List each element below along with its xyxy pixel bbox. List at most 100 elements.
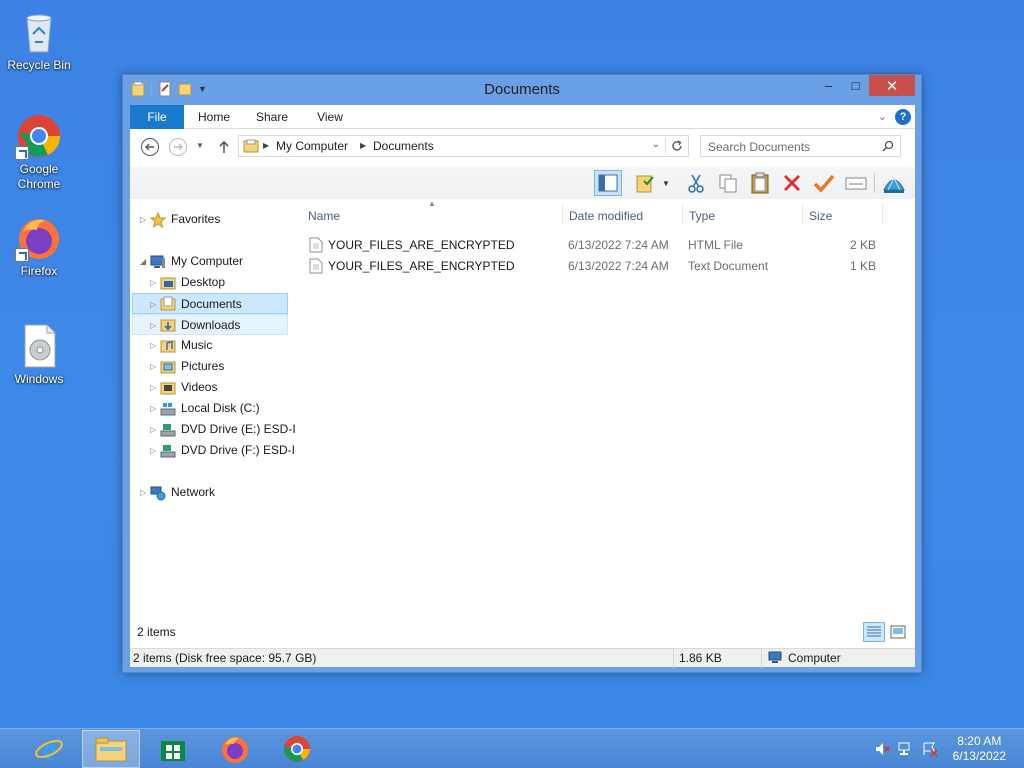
nav-item-videos[interactable]: ▷ Videos <box>130 377 296 398</box>
address-dropdown-chevron-icon[interactable]: ⌄ <box>652 139 660 150</box>
videos-folder-icon <box>160 382 176 395</box>
column-header-size[interactable]: Size <box>809 209 832 223</box>
up-arrow-icon[interactable] <box>214 137 234 157</box>
collapse-arrow-icon[interactable]: ◢ <box>140 251 146 272</box>
toolbar-dropdown-chevron-icon[interactable]: ▼ <box>662 179 670 188</box>
expand-arrow-icon[interactable]: ▷ <box>150 315 156 336</box>
hard-drive-icon <box>160 403 176 416</box>
large-icons-view-icon <box>890 625 906 639</box>
breadcrumb-my-computer[interactable]: My Computer <box>276 139 348 153</box>
folder-icon <box>243 139 259 153</box>
details-view-button[interactable] <box>863 622 885 642</box>
back-arrow-icon[interactable] <box>140 137 160 157</box>
taskbar-chrome[interactable] <box>268 730 326 768</box>
desktop-icon-label: Recycle Bin <box>7 58 71 72</box>
large-icons-view-button[interactable] <box>887 622 909 642</box>
expand-arrow-icon[interactable]: ▷ <box>150 272 156 293</box>
speaker-muted-icon[interactable] <box>874 741 890 757</box>
recycle-bin-icon <box>15 8 63 56</box>
file-type: Text Document <box>688 259 769 273</box>
address-bar[interactable]: ▶ My Computer ▶ Documents ⌄ <box>238 135 689 157</box>
search-icon[interactable] <box>882 140 894 152</box>
breadcrumb-documents[interactable]: Documents <box>373 139 434 153</box>
window-client: File Home Share View ⌄ ? ▼ ▶ My Computer… <box>130 105 915 668</box>
desktop-icon-windows[interactable]: Windows <box>0 322 78 387</box>
file-date-modified: 6/13/2022 7:24 AM <box>568 259 669 273</box>
cut-button[interactable] <box>682 170 710 196</box>
rename-button[interactable] <box>810 170 838 196</box>
desktop-icon-google-chrome[interactable]: Google Chrome <box>0 112 78 192</box>
close-button[interactable]: ✕ <box>869 75 915 96</box>
desktop-icon-recycle-bin[interactable]: Recycle Bin <box>0 8 78 73</box>
breadcrumb-separator-icon[interactable]: ▶ <box>263 141 269 150</box>
internet-explorer-icon: e <box>35 734 63 764</box>
nav-item-network[interactable]: ▷ Network <box>130 482 296 503</box>
shell-button[interactable] <box>880 170 908 196</box>
documents-folder-icon <box>160 296 176 311</box>
nav-item-downloads[interactable]: ▷ Downloads <box>132 314 288 335</box>
column-header-type[interactable]: Type <box>689 209 715 223</box>
checkmark-icon <box>813 174 835 193</box>
copy-button[interactable] <box>714 170 742 196</box>
nav-item-music[interactable]: ▷ Music <box>130 335 296 356</box>
expand-arrow-icon[interactable]: ▷ <box>150 398 156 419</box>
minimize-button[interactable]: – <box>815 75 842 96</box>
file-row[interactable]: YOUR_FILES_ARE_ENCRYPTED 6/13/2022 7:24 … <box>300 235 915 256</box>
command-toolbar: ▼ <box>130 167 915 199</box>
copy-icon <box>719 174 737 193</box>
tab-view[interactable]: View <box>308 105 352 129</box>
expand-arrow-icon[interactable]: ▷ <box>150 356 156 377</box>
expand-arrow-icon[interactable]: ▷ <box>140 209 146 230</box>
chrome-icon <box>283 736 310 762</box>
column-header-date-modified[interactable]: Date modified <box>569 209 643 223</box>
expand-arrow-icon[interactable]: ▷ <box>150 335 156 356</box>
help-icon[interactable]: ? <box>895 109 911 125</box>
file-row[interactable]: YOUR_FILES_ARE_ENCRYPTED 6/13/2022 7:24 … <box>300 256 915 277</box>
taskbar-internet-explorer[interactable]: e <box>20 730 78 768</box>
nav-item-dvd-drive-e[interactable]: ▷ DVD Drive (E:) ESD-IS <box>130 419 296 440</box>
nav-item-local-disk[interactable]: ▷ Local Disk (C:) <box>130 398 296 419</box>
shortcut-arrow-icon <box>15 146 29 160</box>
expand-arrow-icon[interactable]: ▷ <box>150 440 156 461</box>
nav-item-pictures[interactable]: ▷ Pictures <box>130 356 296 377</box>
refresh-icon[interactable] <box>671 140 683 152</box>
properties-button[interactable] <box>842 170 870 196</box>
properties-window-icon <box>845 177 867 190</box>
taskbar-file-explorer[interactable] <box>82 730 140 768</box>
paste-button[interactable] <box>746 170 774 196</box>
breadcrumb-separator-icon[interactable]: ▶ <box>360 141 366 150</box>
nav-item-my-computer[interactable]: ◢ My Computer <box>130 251 296 272</box>
desktop-icon-firefox[interactable]: Firefox <box>0 214 78 279</box>
recent-locations-chevron-icon[interactable]: ▼ <box>196 141 204 150</box>
tab-share[interactable]: Share <box>250 105 294 129</box>
text-file-icon <box>309 258 323 274</box>
tab-file[interactable]: File <box>130 105 184 129</box>
delete-button[interactable] <box>778 170 806 196</box>
nav-item-documents[interactable]: ▷ Documents <box>132 293 288 314</box>
network-status-icon[interactable] <box>898 741 914 757</box>
column-header-name[interactable]: Name <box>308 209 340 223</box>
file-size: 1 KB <box>850 259 877 273</box>
dvd-drive-icon <box>160 445 176 458</box>
search-box[interactable]: Search Documents <box>700 135 901 157</box>
desktop-folder-icon <box>160 277 176 290</box>
forward-arrow-icon[interactable] <box>168 137 188 157</box>
taskbar-firefox[interactable] <box>206 730 264 768</box>
system-clock[interactable]: 8:20 AM 6/13/2022 <box>953 734 1006 764</box>
expand-arrow-icon[interactable]: ▷ <box>150 294 156 315</box>
tab-home[interactable]: Home <box>192 105 236 129</box>
nav-item-favorites[interactable]: ▷ Favorites <box>130 209 296 230</box>
expand-arrow-icon[interactable]: ▷ <box>150 377 156 398</box>
store-icon <box>161 741 185 761</box>
select-all-button[interactable] <box>632 170 660 196</box>
maximize-button[interactable]: □ <box>842 75 869 96</box>
expand-arrow-icon[interactable]: ▷ <box>140 482 146 503</box>
expand-ribbon-chevron-icon[interactable]: ⌄ <box>878 110 887 123</box>
nav-item-desktop[interactable]: ▷ Desktop <box>130 272 296 293</box>
title-bar[interactable]: ▼ Documents – □ ✕ <box>123 75 921 105</box>
taskbar-store[interactable] <box>144 730 202 768</box>
expand-arrow-icon[interactable]: ▷ <box>150 419 156 440</box>
preview-pane-button[interactable] <box>594 170 622 196</box>
nav-item-dvd-drive-f[interactable]: ▷ DVD Drive (F:) ESD-IS <box>130 440 296 461</box>
action-center-icon[interactable] <box>922 741 938 757</box>
